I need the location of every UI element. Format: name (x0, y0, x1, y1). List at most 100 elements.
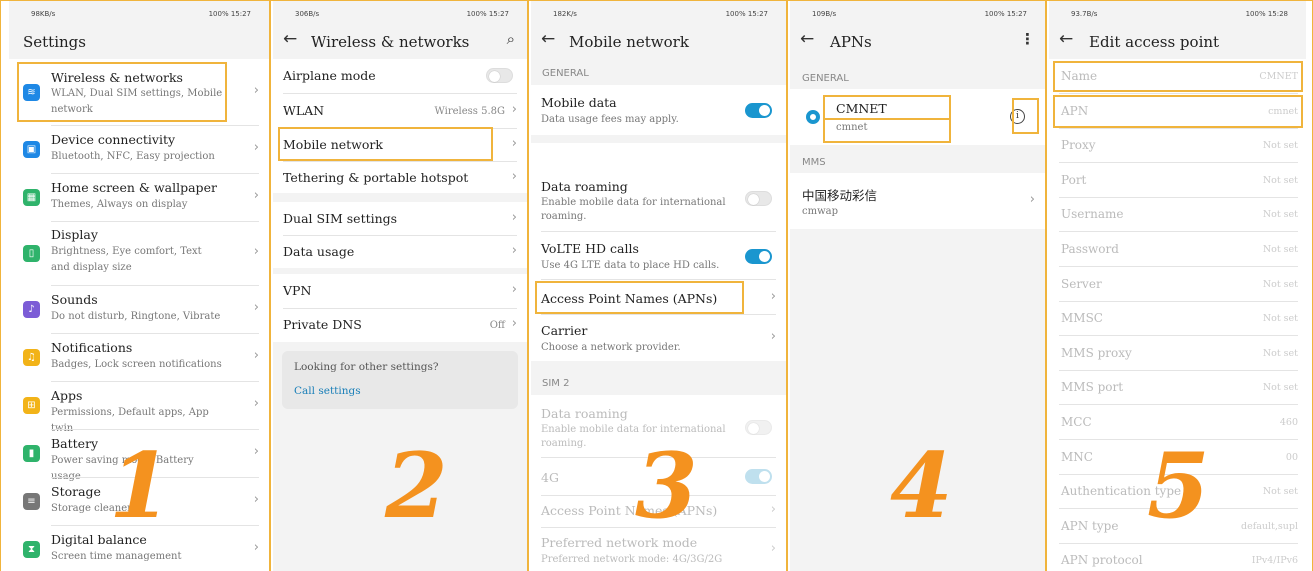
page-title: Wireless & networks (311, 33, 470, 51)
apn-field-row[interactable]: Password Not set (1049, 232, 1306, 266)
sim2-roaming-toggle (745, 420, 772, 435)
wireless-group-1: Airplane mode WLAN Wireless 5.8G › Mobil… (273, 59, 527, 193)
mobile-data-sub: Data usage fees may apply. (541, 114, 679, 125)
settings-item-sub: Themes, Always on display (51, 199, 188, 210)
settings-item[interactable]: ♪ Sounds Do not disturb, Ringtone, Vibrate… (9, 285, 269, 333)
data-roaming-toggle[interactable] (745, 191, 772, 206)
apn-field-row[interactable]: MMS proxy Not set (1049, 336, 1306, 370)
airplane-mode-toggle[interactable] (486, 68, 513, 83)
wireless-networks-screen: 306B/s 100% 15:27 ← Wireless & networks ⌕… (273, 1, 529, 571)
apn-field-row[interactable]: Server Not set (1049, 267, 1306, 301)
step-number: 1 (109, 433, 172, 539)
step-number: 2 (385, 433, 448, 539)
search-icon[interactable]: ⌕ (507, 30, 515, 48)
wallpaper-icon: ▦ (23, 189, 40, 206)
chevron-right-icon: › (511, 169, 517, 184)
volte-label: VoLTE HD calls (541, 241, 639, 256)
dual-sim-row[interactable]: Dual SIM settings › (273, 202, 527, 235)
section-general: GENERAL (542, 68, 589, 79)
radio-selected-icon[interactable] (806, 110, 820, 124)
apns-screen: 109B/s 100% 15:27 ← APNs ⋮ GENERAL CMNET … (790, 1, 1047, 571)
carrier-row[interactable]: Carrier Choose a network provider. › (531, 315, 786, 361)
settings-item-sub: Brightness, Eye comfort, Text and displa… (51, 246, 202, 273)
apn-field-value: Not set (1262, 486, 1298, 498)
tutorial-strip: 98KB/s 100% 15:27 Settings ≋ Wireless & ne… (0, 0, 1313, 571)
tethering-label: Tethering & portable hotspot (283, 170, 469, 185)
page-title: Settings (23, 33, 86, 51)
apn-mms-row[interactable]: 中国移动彩信 cmwap › (790, 173, 1045, 229)
apn-field-row[interactable]: MMSC Not set (1049, 301, 1306, 335)
other-settings-card: Looking for other settings? Call setting… (282, 351, 518, 409)
chevron-right-icon: › (770, 289, 776, 304)
settings-screen: 98KB/s 100% 15:27 Settings ≋ Wireless & ne… (9, 1, 271, 571)
tethering-row[interactable]: Tethering & portable hotspot › (273, 162, 527, 193)
settings-item-label: Display (51, 227, 98, 242)
hourglass-icon: ⧗ (23, 540, 40, 558)
apn-field-value: Not set (1262, 209, 1298, 221)
apn-field-row[interactable]: MMS port Not set (1049, 370, 1306, 404)
chevron-right-icon: › (511, 243, 517, 258)
mobile-data-row[interactable]: Mobile data Data usage fees may apply. (531, 85, 786, 135)
battery-time: 100% 15:27 (984, 10, 1027, 18)
highlight-box (1053, 95, 1303, 128)
apn-field-value: Not set (1262, 244, 1298, 255)
volte-row[interactable]: VoLTE HD calls Use 4G LTE data to place … (531, 232, 786, 278)
volte-toggle[interactable] (745, 249, 772, 264)
chevron-right-icon: › (1029, 192, 1035, 207)
settings-item-sub: Badges, Lock screen notifications (51, 359, 222, 370)
volte-sub: Use 4G LTE data to place HD calls. (541, 260, 720, 271)
data-roaming-label: Data roaming (541, 179, 628, 194)
apn-field-label: Port (1061, 172, 1087, 187)
network-speed: 306B/s (295, 10, 320, 18)
apn-field-row[interactable]: Username Not set (1049, 197, 1306, 231)
settings-item[interactable]: ▣ Device connectivity Bluetooth, NFC, Easy… (9, 125, 269, 173)
call-settings-link[interactable]: Call settings (294, 385, 361, 397)
back-arrow-icon[interactable]: ← (1059, 29, 1073, 49)
data-usage-row[interactable]: Data usage › (273, 236, 527, 268)
chevron-right-icon: › (511, 282, 517, 297)
chevron-right-icon: › (253, 348, 259, 363)
more-options-icon[interactable]: ⋮ (1020, 30, 1035, 48)
battery-time: 100% 15:27 (208, 10, 251, 18)
apn-field-value: Not set (1262, 382, 1298, 394)
mobile-group-1: Mobile data Data usage fees may apply. (531, 85, 786, 135)
back-arrow-icon[interactable]: ← (800, 29, 814, 49)
private-dns-row[interactable]: Private DNS Off › (273, 309, 527, 342)
apn-field-row[interactable]: APN protocol IPv4/IPv6 (1049, 543, 1306, 571)
apn-field-value: 460 (1279, 417, 1298, 428)
airplane-mode-row[interactable]: Airplane mode (273, 59, 527, 93)
chevron-right-icon: › (253, 444, 259, 459)
chevron-right-icon: › (511, 316, 517, 331)
private-dns-label: Private DNS (283, 317, 362, 332)
highlight-box (535, 281, 744, 314)
page-title: Edit access point (1089, 33, 1220, 51)
settings-item[interactable]: ▯ Display Brightness, Eye comfort, Text an… (9, 221, 269, 285)
data-roaming-row[interactable]: Data roaming Enable mobile data for inte… (531, 171, 786, 223)
back-arrow-icon[interactable]: ← (541, 29, 555, 49)
vpn-row[interactable]: VPN › (273, 274, 527, 308)
battery-time: 100% 15:28 (1245, 10, 1288, 18)
network-speed: 182K/s (553, 10, 577, 18)
apn-field-row[interactable]: Port Not set (1049, 163, 1306, 197)
sim2-4g-label: 4G (541, 470, 559, 485)
airplane-mode-label: Airplane mode (283, 68, 376, 83)
apn-field-row[interactable]: Proxy Not set (1049, 128, 1306, 162)
apn-field-label: MMSC (1061, 311, 1103, 326)
sim2-pref-sub: Preferred network mode: 4G/3G/2G (541, 554, 723, 565)
battery-time: 100% 15:27 (725, 10, 768, 18)
apn-field-label: MMS proxy (1061, 345, 1132, 360)
settings-item[interactable]: ♫ Notifications Badges, Lock screen notifi… (9, 333, 269, 381)
settings-item[interactable]: ▦ Home screen & wallpaper Themes, Always o… (9, 173, 269, 221)
apn-field-value: Not set (1262, 313, 1298, 325)
apn-field-label: Password (1061, 242, 1119, 256)
mobile-data-toggle[interactable] (745, 103, 772, 118)
carrier-sub: Choose a network provider. (541, 342, 681, 353)
back-arrow-icon[interactable]: ← (283, 29, 297, 49)
wlan-row[interactable]: WLAN Wireless 5.8G › (273, 94, 527, 128)
chevron-right-icon: › (770, 502, 776, 517)
sim2-4g-toggle (745, 469, 772, 484)
wlan-label: WLAN (283, 103, 325, 118)
bell-icon: ♫ (23, 349, 40, 366)
chevron-right-icon: › (511, 102, 517, 117)
settings-item[interactable]: ⊞AppsPermissions, Default apps, App twin… (9, 381, 269, 434)
